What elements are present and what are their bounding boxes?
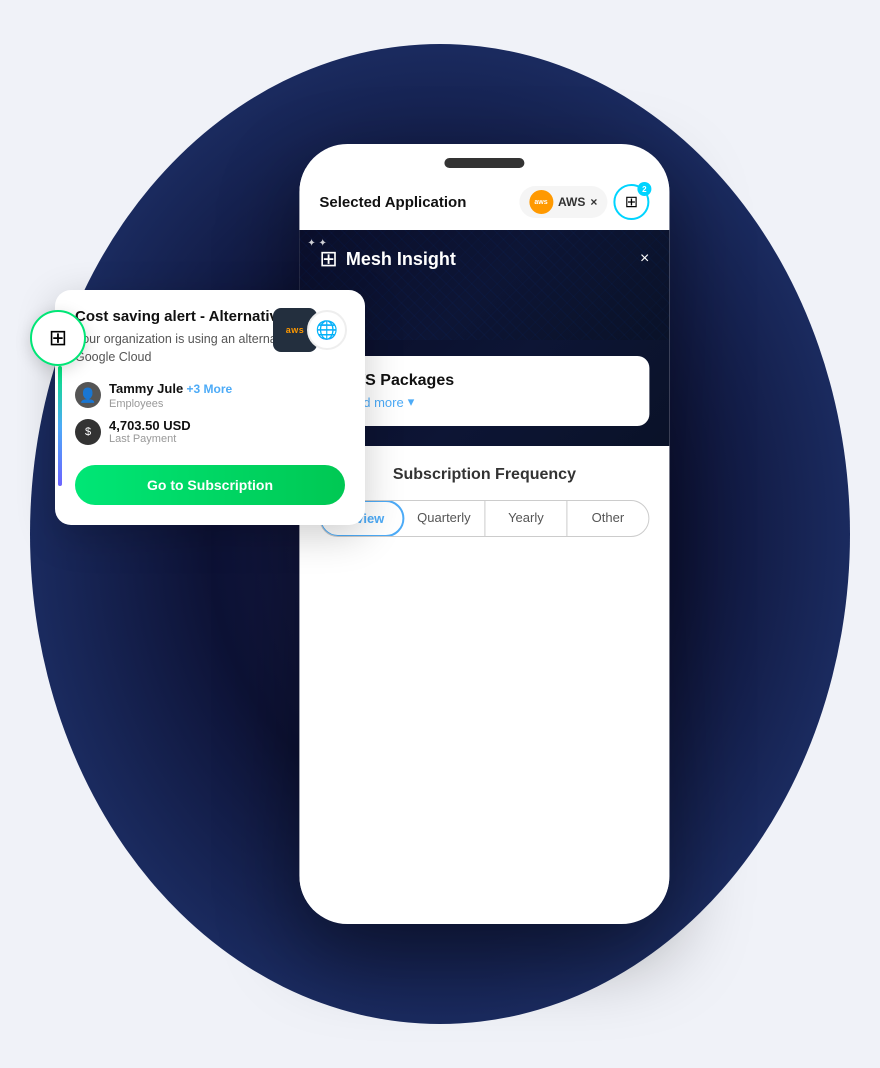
phone-notch: [444, 158, 524, 168]
freq-tab-quarterly[interactable]: Quarterly: [403, 501, 485, 536]
mesh-title: Mesh Insight: [346, 249, 456, 270]
freq-tab-other[interactable]: Other: [567, 501, 648, 536]
aws-chip-label: AWS: [558, 195, 585, 209]
freq-tabs: Review Quarterly Yearly Other: [319, 500, 649, 537]
left-floating-icon[interactable]: ⊞: [30, 310, 86, 366]
aws-packages-card: AWS Packages Read more ▾: [319, 356, 649, 426]
chevron-down-icon: ▾: [408, 394, 415, 410]
chip-close[interactable]: ×: [590, 195, 597, 209]
connector-line: [58, 366, 62, 486]
freq-tab-yearly[interactable]: Yearly: [485, 501, 567, 536]
mesh-title-row: ⊞ Mesh Insight: [319, 246, 455, 272]
payment-icon: $: [75, 419, 101, 445]
payment-label: Last Payment: [109, 433, 191, 445]
user-name: Tammy Jule: [109, 381, 183, 396]
user-avatar-icon: 👤: [75, 382, 101, 408]
plus-more: +3 More: [183, 382, 232, 396]
subscription-freq-title: Subscription Frequency: [319, 466, 649, 484]
stack-badge: 2: [637, 182, 651, 196]
selected-app-title: Selected Application: [319, 194, 466, 211]
selected-app-header: Selected Application aws AWS × ⊞ 2: [299, 168, 669, 230]
phone-content: Selected Application aws AWS × ⊞ 2: [299, 168, 669, 910]
card-user-name-row: Tammy Jule +3 More: [109, 380, 232, 398]
left-stack-icon: ⊞: [49, 325, 67, 351]
aws-logo-icon: aws: [529, 190, 553, 214]
card-logos: aws 🌐: [273, 308, 347, 352]
app-stack-icon[interactable]: ⊞ 2: [613, 184, 649, 220]
aws-packages-title: AWS Packages: [339, 372, 633, 390]
user-info: Tammy Jule +3 More Employees: [109, 380, 232, 410]
aws-chip[interactable]: aws AWS ×: [519, 186, 607, 218]
app-chips: aws AWS × ⊞ 2: [519, 184, 649, 220]
phone-frame: Selected Application aws AWS × ⊞ 2: [299, 144, 669, 924]
card-user-row: 👤 Tammy Jule +3 More Employees: [75, 380, 345, 410]
gcloud-badge-icon: 🌐: [307, 310, 347, 350]
mesh-stack-icon: ⊞: [319, 246, 337, 272]
floating-card: aws 🌐 Cost saving alert - Alternative in…: [55, 290, 365, 525]
aws-badge-label: aws: [286, 325, 305, 335]
gcloud-icon: 🌐: [316, 320, 338, 341]
mesh-header: ⊞ Mesh Insight ×: [319, 246, 649, 272]
payment-info: 4,703.50 USD Last Payment: [109, 418, 191, 445]
scene: Selected Application aws AWS × ⊞ 2: [0, 0, 880, 1068]
card-payment-row: $ 4,703.50 USD Last Payment: [75, 418, 345, 445]
user-role: Employees: [109, 398, 232, 410]
read-more-link[interactable]: Read more ▾: [339, 394, 633, 410]
payment-amount: 4,703.50 USD: [109, 418, 191, 433]
mesh-close-button[interactable]: ×: [640, 250, 649, 268]
go-to-subscription-button[interactable]: Go to Subscription: [75, 465, 345, 505]
